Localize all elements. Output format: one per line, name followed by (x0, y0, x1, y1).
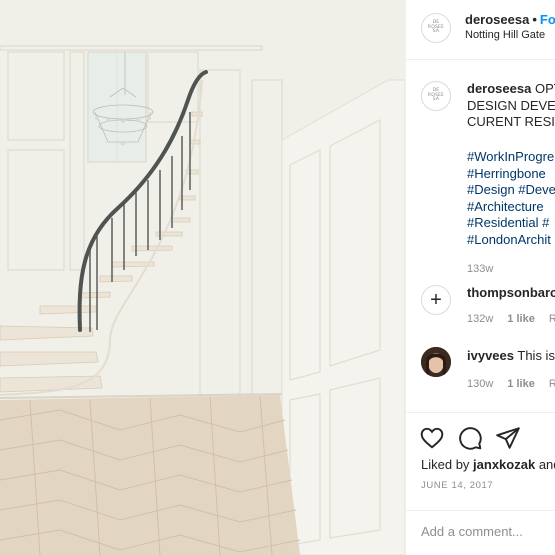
add-circle-icon[interactable]: + (421, 285, 451, 315)
paper-plane-icon[interactable] (495, 425, 521, 451)
comment-time[interactable]: 132w (467, 313, 493, 325)
caption-text: deroseesa OPT DESIGN DEVEL CURENT RESID (467, 81, 555, 129)
hashtag-link[interactable]: #WorkInProgre (467, 149, 555, 166)
post-header: DE ROSEE SA deroseesa • Fo Notting Hill Ga… (406, 0, 555, 60)
staircase-illustration (0, 0, 405, 555)
comment-box (406, 510, 555, 555)
logo-text: DE ROSEE SA (427, 20, 445, 35)
hashtag-list: #WorkInProgre #Herringbone #Design #Deve… (467, 149, 555, 248)
post-image[interactable] (0, 0, 405, 555)
comment-meta: 132w 1 like R (467, 313, 555, 325)
reply-button[interactable]: R (549, 378, 555, 390)
post-date[interactable]: JUNE 14, 2017 (421, 480, 493, 491)
hashtag-link[interactable]: #Herringbone (467, 166, 555, 183)
avatar-photo (421, 347, 451, 377)
follow-button[interactable]: Fo (540, 12, 555, 27)
reply-button[interactable]: R (549, 313, 555, 325)
account-username[interactable]: deroseesa (465, 12, 529, 27)
post-location[interactable]: Notting Hill Gate (465, 29, 545, 41)
comment-likes[interactable]: 1 like (507, 313, 535, 325)
post-sidebar: DE ROSEE SA deroseesa • Fo Notting Hill Ga… (405, 0, 555, 555)
comment-text: ivyvees This is (467, 348, 555, 363)
heart-icon[interactable] (419, 425, 445, 451)
caption-avatar[interactable]: DE ROSEE SA (421, 81, 451, 111)
account-avatar[interactable]: DE ROSEE SA (421, 13, 451, 43)
comment-time[interactable]: 130w (467, 378, 493, 390)
avatar[interactable] (421, 347, 451, 377)
comment-username[interactable]: ivyvees (467, 348, 514, 363)
likes-summary: Liked by janxkozak and (421, 457, 555, 472)
hashtag-link[interactable]: #LondonArchit (467, 232, 555, 249)
caption-username[interactable]: deroseesa (467, 81, 531, 96)
comment-text: thompsonbarc (467, 285, 555, 300)
hashtag-link[interactable]: #Residential # (467, 215, 555, 232)
comments-section[interactable]: DE ROSEE SA deroseesa OPT DESIGN DEVEL C… (406, 60, 555, 412)
comment-meta: 130w 1 like R (467, 378, 555, 390)
hashtag-link[interactable]: #Design #Deve (467, 182, 555, 199)
caption-time[interactable]: 133w (467, 263, 493, 275)
comment-icon[interactable] (457, 425, 483, 451)
separator-dot: • (532, 12, 537, 27)
comment-username[interactable]: thompsonbarc (467, 285, 555, 300)
action-bar: Liked by janxkozak and JUNE 14, 2017 (406, 412, 555, 555)
comment-likes[interactable]: 1 like (507, 378, 535, 390)
liker-username[interactable]: janxkozak (473, 457, 535, 472)
hashtag-link[interactable]: #Architecture (467, 199, 555, 216)
logo-text: DE ROSEE SA (427, 88, 445, 103)
comment-input[interactable] (421, 524, 555, 539)
